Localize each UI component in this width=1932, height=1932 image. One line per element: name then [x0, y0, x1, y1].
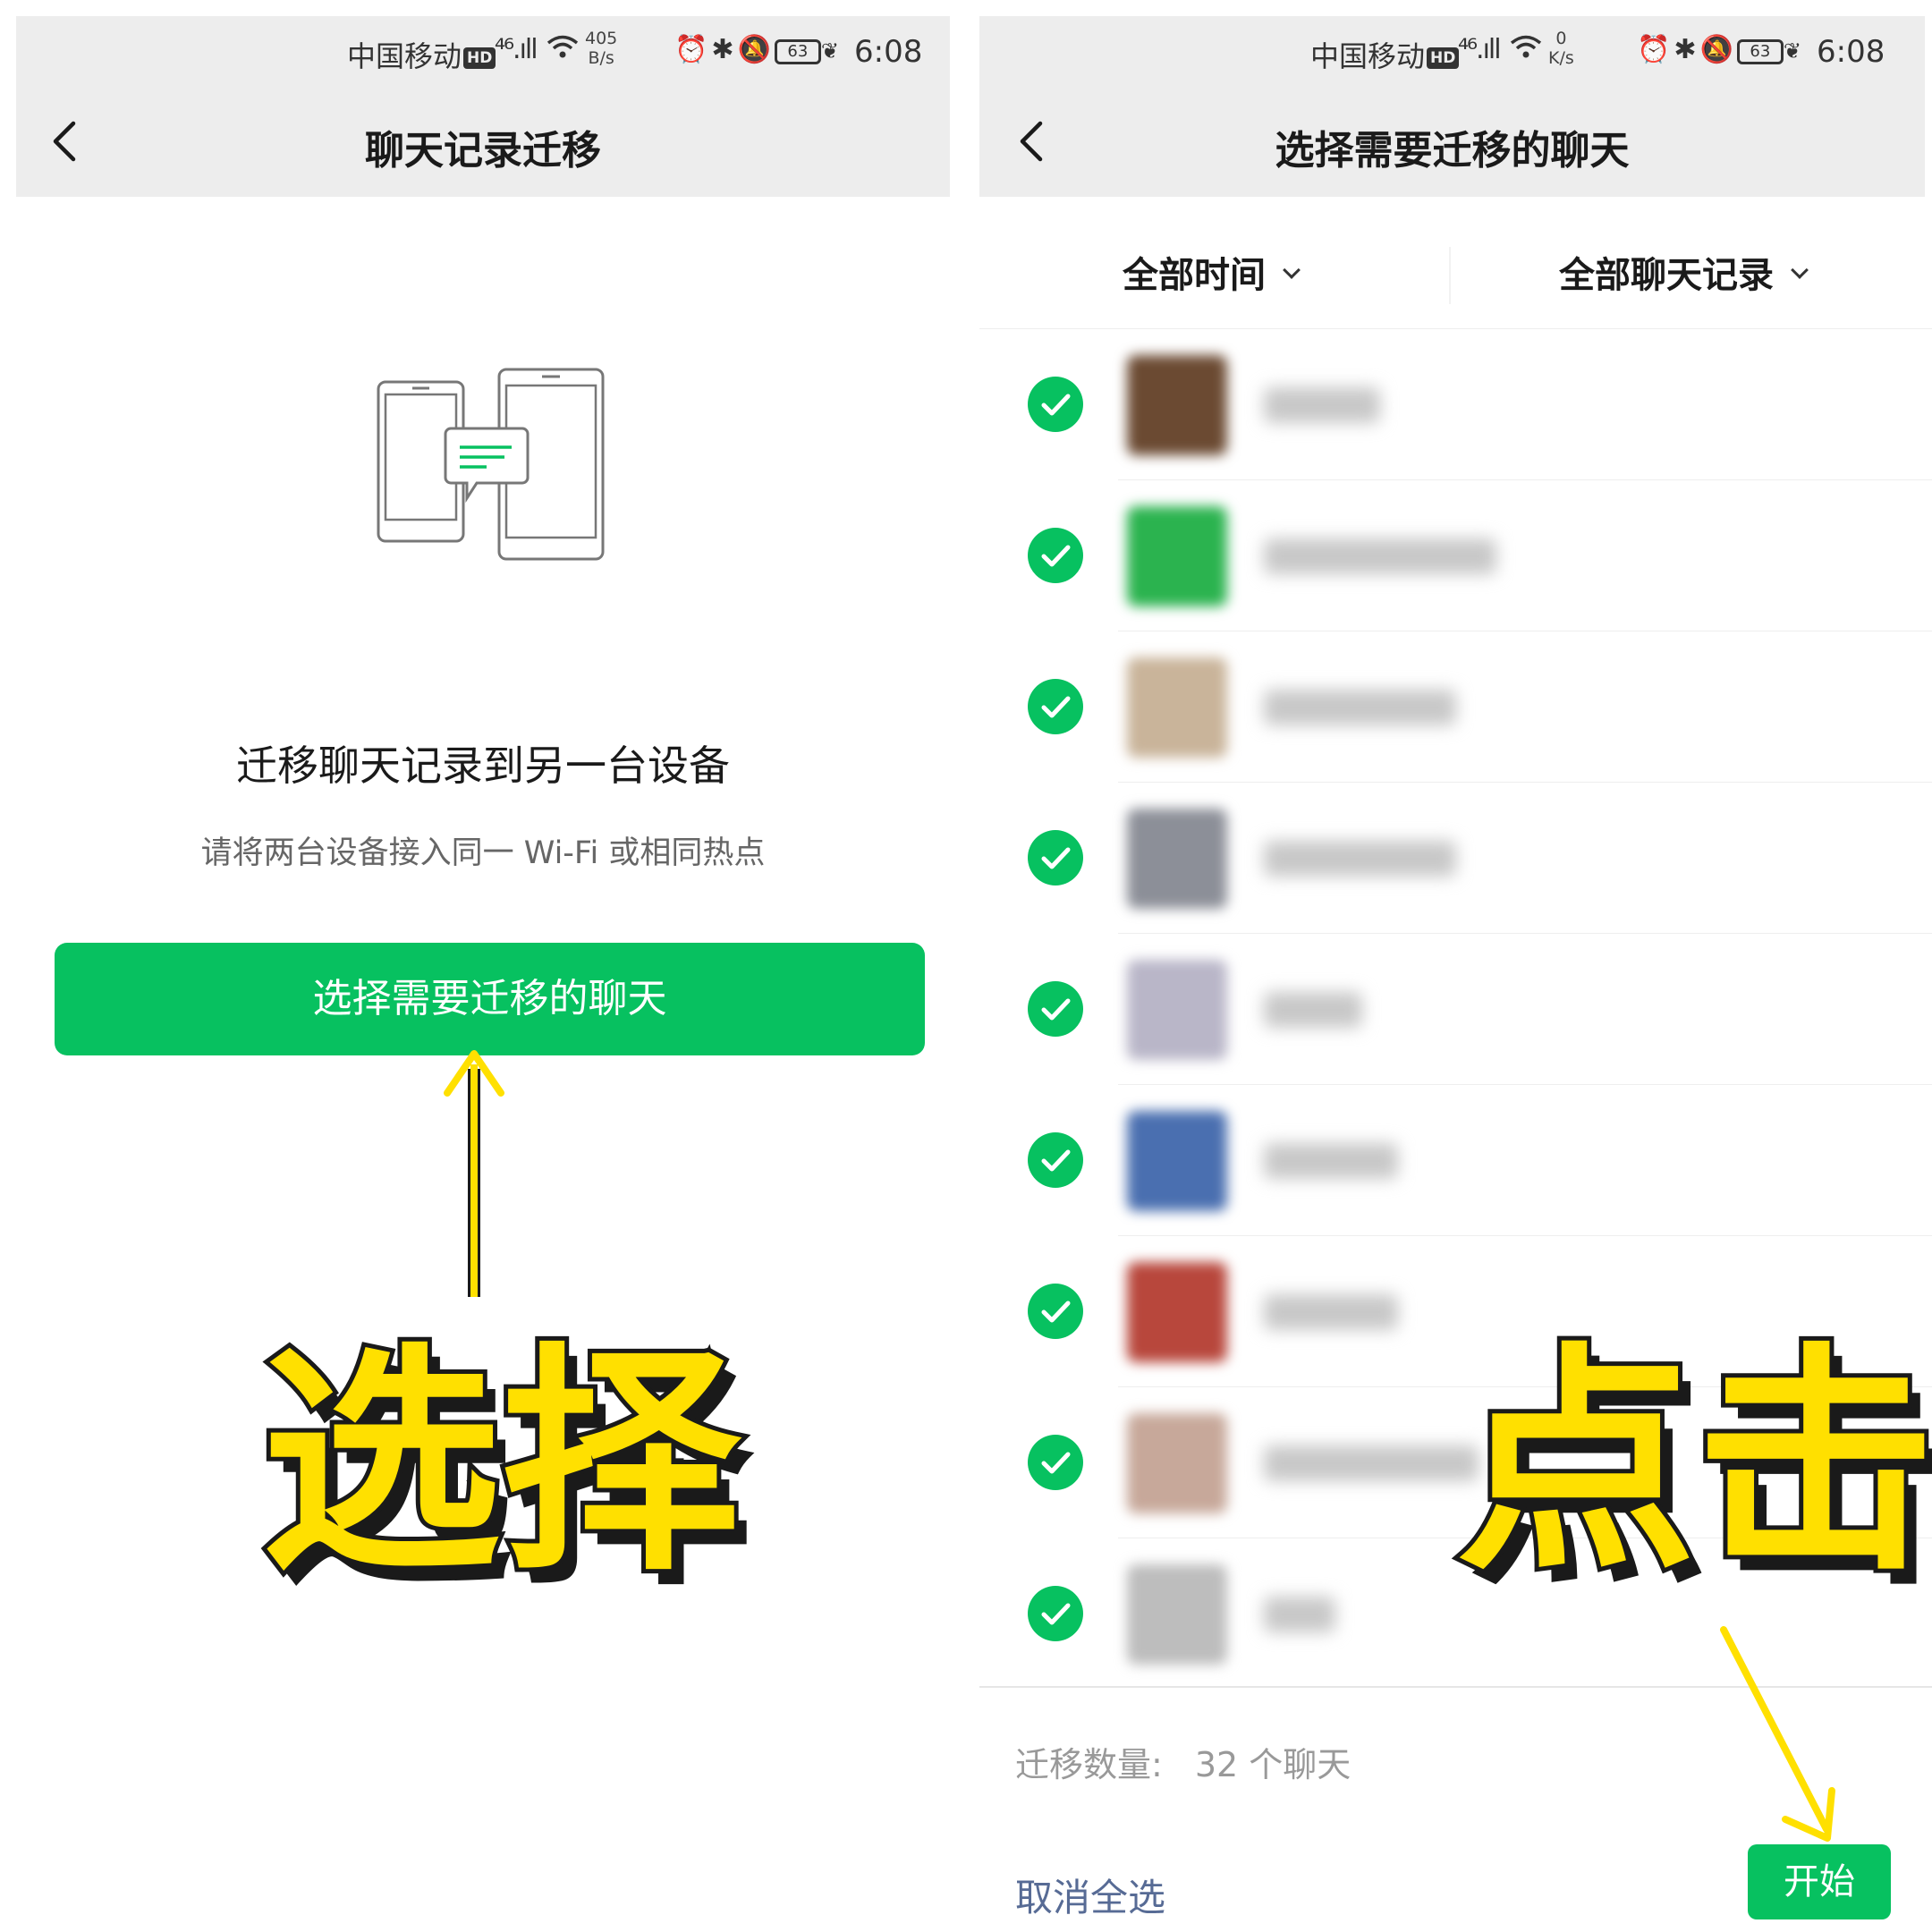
battery-icon: 63 — [774, 39, 821, 64]
avatar — [1127, 657, 1227, 758]
status-bar: 中国移动 HD ⁴⁶.ıll 405 B/s ⏰✱🔕 63 ❦ 6:08 — [0, 16, 966, 86]
clock: 6:08 — [1817, 34, 1885, 70]
count-label: 迁移数量: — [1015, 1745, 1163, 1784]
clock: 6:08 — [854, 34, 923, 70]
hd-badge: HD — [463, 47, 496, 69]
avatar — [1127, 355, 1227, 455]
chat-row[interactable] — [979, 480, 1932, 631]
chat-name-blurred — [1264, 841, 1456, 877]
checked-icon[interactable] — [1028, 679, 1083, 734]
net-rate: 0 K/s — [1548, 29, 1574, 68]
chat-name-blurred — [1264, 1597, 1335, 1632]
nav-bar: 聊天记录迁移 — [0, 98, 966, 184]
chat-row[interactable] — [979, 934, 1932, 1085]
chat-name-blurred — [1264, 1445, 1479, 1481]
carrier-label: 中国移动 HD — [347, 34, 496, 75]
bluetooth-icon: ✱ — [1674, 34, 1700, 65]
chat-row[interactable] — [979, 1538, 1932, 1690]
time-filter[interactable]: 全部时间 — [1123, 240, 1301, 311]
signal-icon: ⁴⁶.ıll — [1458, 34, 1502, 65]
checked-icon[interactable] — [1028, 1435, 1083, 1490]
chat-row[interactable] — [979, 329, 1932, 480]
checked-icon[interactable] — [1028, 1284, 1083, 1339]
nav-bar: 选择需要迁移的聊天 — [979, 98, 1932, 184]
chat-name-blurred — [1264, 1143, 1398, 1179]
checked-icon[interactable] — [1028, 981, 1083, 1037]
mute-icon: 🔕 — [1699, 34, 1737, 65]
checked-icon[interactable] — [1028, 528, 1083, 583]
avatar — [1127, 1413, 1227, 1513]
chat-row[interactable] — [979, 1387, 1932, 1538]
right-screen: 中国移动 HD ⁴⁶.ıll 0 K/s ⏰✱🔕 63 ❦ 6:08 选择需要迁移的聊天… — [979, 0, 1932, 1932]
alarm-icon: ⏰ — [674, 34, 712, 65]
leaf-icon: ❦ — [820, 38, 843, 64]
footer-divider — [979, 1686, 1932, 1688]
mute-icon: 🔕 — [737, 34, 775, 65]
chat-list — [979, 329, 1932, 1690]
deselect-all-link[interactable]: 取消全选 — [1015, 1868, 1165, 1922]
time-filter-label: 全部时间 — [1123, 255, 1266, 296]
wifi-hint: 请将两台设备接入同一 Wi-Fi 或相同热点 — [200, 835, 766, 871]
status-icons: ⏰✱🔕 63 ❦ — [1637, 34, 1805, 65]
status-icons: ⏰✱🔕 63 ❦ — [674, 34, 843, 65]
count-value: 32 个聊天 — [1194, 1745, 1352, 1784]
leaf-icon: ❦ — [1783, 38, 1805, 64]
hd-badge: HD — [1427, 47, 1460, 69]
chat-name-blurred — [1264, 690, 1456, 725]
migrate-count: 迁移数量: 32 个聊天 — [1015, 1737, 1351, 1786]
migrate-heading: 迁移聊天记录到另一台设备 — [236, 741, 730, 790]
status-bar: 中国移动 HD ⁴⁶.ıll 0 K/s ⏰✱🔕 63 ❦ 6:08 — [979, 16, 1932, 86]
chevron-down-icon — [1791, 261, 1809, 279]
alarm-icon: ⏰ — [1637, 34, 1674, 65]
avatar — [1127, 960, 1227, 1060]
wifi-icon — [1509, 34, 1543, 68]
start-button[interactable]: 开始 — [1748, 1844, 1891, 1919]
battery-icon: 63 — [1736, 39, 1784, 64]
carrier-label: 中国移动 HD — [1310, 34, 1460, 75]
chat-name-blurred — [1264, 387, 1380, 423]
records-filter-label: 全部聊天记录 — [1559, 255, 1774, 296]
left-screen: 中国移动 HD ⁴⁶.ıll 405 B/s ⏰✱🔕 63 ❦ 6:08 聊天记录迁移 … — [0, 0, 966, 1932]
signal-icon: ⁴⁶.ıll — [495, 34, 538, 65]
chat-row[interactable] — [979, 631, 1932, 783]
checked-icon[interactable] — [1028, 1586, 1083, 1641]
net-rate: 405 B/s — [585, 29, 618, 68]
checked-icon[interactable] — [1028, 1132, 1083, 1188]
select-chats-button[interactable]: 选择需要迁移的聊天 — [55, 943, 925, 1055]
chat-row[interactable] — [979, 1236, 1932, 1387]
checked-icon[interactable] — [1028, 830, 1083, 886]
checked-icon[interactable] — [1028, 377, 1083, 432]
chat-row[interactable] — [979, 783, 1932, 934]
avatar — [1127, 1564, 1227, 1665]
wifi-icon — [546, 34, 580, 68]
chat-name-blurred — [1264, 992, 1362, 1028]
avatar — [1127, 809, 1227, 909]
page-title: 选择需要迁移的聊天 — [1275, 128, 1630, 174]
chat-name-blurred — [1264, 538, 1496, 574]
filter-divider — [1449, 247, 1451, 304]
bluetooth-icon: ✱ — [711, 34, 738, 65]
devices-illustration — [377, 368, 605, 561]
chevron-down-icon — [1283, 261, 1301, 279]
chat-name-blurred — [1264, 1294, 1398, 1330]
page-title: 聊天记录迁移 — [365, 128, 601, 174]
avatar — [1127, 1111, 1227, 1211]
avatar — [1127, 1262, 1227, 1362]
avatar — [1127, 506, 1227, 606]
filter-bar: 全部时间 全部聊天记录 — [979, 222, 1932, 329]
records-filter[interactable]: 全部聊天记录 — [1559, 240, 1809, 311]
chat-row[interactable] — [979, 1085, 1932, 1236]
